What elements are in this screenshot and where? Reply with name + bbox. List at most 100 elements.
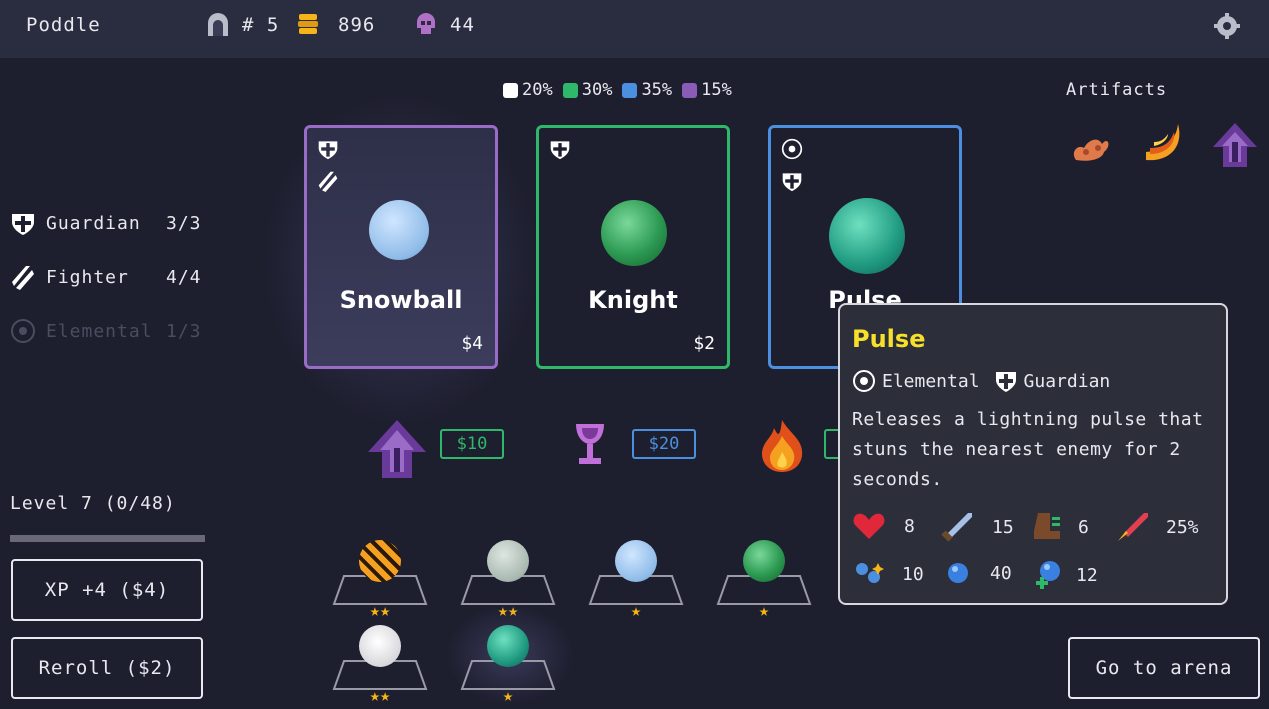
top-bar [0,0,1269,58]
stat-value: 12 [1076,564,1098,586]
skull-icon [417,13,435,34]
odds-rare: 35% [622,80,672,100]
bench-slot-6[interactable]: ★ [460,625,556,705]
target-icon [11,319,35,343]
xp-progress-bar [10,535,205,542]
gold-coins-icon [298,14,318,34]
bench-slot-1[interactable]: ★★ [332,540,428,620]
unit-orb-pearl [487,540,529,582]
shield-icon [782,173,802,192]
odds-epic: 15% [682,80,732,100]
bench-slot-3[interactable]: ★ [588,540,684,620]
unit-price: $2 [693,333,715,354]
tooltip-title: Pulse [852,325,926,353]
star-rating: ★★ [369,686,391,706]
bench-slot-4[interactable]: ★ [716,540,812,620]
artifact-arrow-icon[interactable] [1210,120,1260,170]
claw-icon [12,266,34,290]
target-icon [781,138,803,160]
round-counter: # 5 [242,14,279,36]
tooltip-description: Releases a lightning pulse that stuns th… [852,409,1204,490]
gold-amount: 896 [338,14,376,36]
stat-value: 15 [992,516,1014,538]
sword-icon [941,513,972,542]
trait-count: 1/3 [166,320,202,342]
stat-mana-max: 40 [944,559,1012,587]
shop-card-snowball[interactable]: Snowball $4 [304,125,498,369]
star-rating: ★★ [369,601,391,621]
shield-icon [550,141,570,160]
tooltip-trait-name: Elemental [882,370,980,392]
unit-tooltip: Pulse Elemental Guardian Releases a ligh… [838,303,1228,605]
target-icon [853,370,875,392]
mana-gem-icon [948,563,968,583]
trait-count: 4/4 [166,266,202,288]
stat-attack: 15 [940,511,1014,543]
unit-orb-pulse [487,625,529,667]
stat-value: 6 [1078,516,1089,538]
shop-odds: 20% 30% 35% 15% [503,80,732,100]
odds-swatch [682,82,698,98]
heart-icon [853,513,885,539]
stat-value: 10 [902,563,924,585]
boot-icon [1034,513,1060,539]
knight-orb [601,200,667,266]
shield-icon [995,372,1016,392]
trait-name: Elemental [46,320,153,342]
unit-orb-snowball [615,540,657,582]
shield-icon [318,141,338,160]
item-chalice-icon[interactable] [572,420,608,470]
portal-icon [208,13,228,36]
item-price-2[interactable]: $20 [632,429,696,459]
trait-guardian[interactable]: Guardian 3/3 [10,210,202,236]
snowball-orb [369,200,429,260]
artifact-sausage-icon[interactable] [1068,122,1112,166]
star-rating: ★ [502,686,514,706]
stat-value: 40 [990,562,1012,584]
odds-swatch [622,82,638,98]
star-rating: ★ [630,601,642,621]
odds-swatch [562,82,578,98]
trait-elemental[interactable]: Elemental 1/3 [10,318,202,344]
pulse-orb [829,198,905,274]
crit-sword-icon [1118,513,1148,541]
star-rating: ★ [758,601,770,621]
odds-uncommon: 30% [562,80,612,100]
unit-name: Snowball [339,286,463,314]
settings-gear-icon[interactable] [1214,13,1240,39]
round-prefix: # [242,14,255,36]
unit-orb-knight [743,540,785,582]
odds-value: 20% [522,80,553,100]
item-fire-icon[interactable] [754,418,810,474]
item-price-1[interactable]: $10 [440,429,504,459]
unit-name: Knight [588,286,678,314]
artifact-flame-icon[interactable] [1140,120,1186,166]
mana-regen-icon [1036,561,1060,589]
stat-value: 25% [1166,516,1199,538]
level-label: Level 7 (0/48) [10,493,176,514]
odds-swatch [503,82,518,98]
trait-count: 3/3 [166,212,202,234]
item-arrow-icon[interactable] [366,418,428,480]
unit-orb-tiger [359,540,401,582]
tooltip-trait-name: Guardian [1023,370,1111,392]
trait-name: Fighter [46,266,129,288]
odds-value: 15% [701,80,732,100]
shield-icon [12,214,34,235]
player-name: Poddle [26,14,101,36]
trait-fighter[interactable]: Fighter 4/4 [10,264,202,290]
artifacts-title: Artifacts [1066,80,1168,100]
go-to-arena-button[interactable]: Go to arena [1068,637,1260,699]
skull-count: 44 [450,14,475,36]
bench-slot-5[interactable]: ★★ [332,625,428,705]
odds-value: 35% [641,80,673,100]
stat-value: 8 [904,515,915,537]
buy-xp-button[interactable]: XP +4 ($4) [11,559,203,621]
unit-orb-mask [359,625,401,667]
round-number: 5 [266,14,280,36]
reroll-button[interactable]: Reroll ($2) [11,637,203,699]
stat-speed: 6 [1030,511,1089,543]
stat-mana: 10 [852,559,924,589]
shop-card-knight[interactable]: Knight $2 [536,125,730,369]
stat-mana-regen: 12 [1030,559,1098,591]
